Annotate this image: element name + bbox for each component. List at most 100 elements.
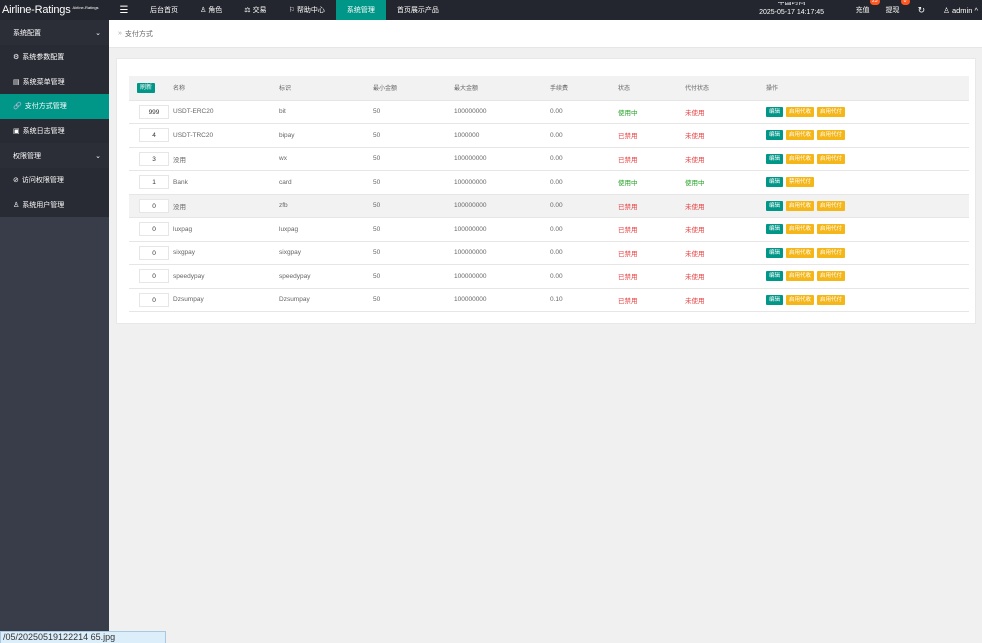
actions-header: 操作 <box>766 76 969 101</box>
sort-order-input[interactable]: 3 <box>139 151 169 166</box>
edit-button[interactable]: 编辑 <box>766 200 784 211</box>
status-cell: 使用中 <box>618 100 685 124</box>
list-icon: ▤ <box>13 78 20 86</box>
sort-cell: 0 <box>129 241 173 265</box>
sort-order-input[interactable]: 999 <box>139 104 169 119</box>
name-cell: 没用 <box>173 194 279 218</box>
toggle-payout-button[interactable]: 启用代付 <box>817 247 846 258</box>
status-cell: 使用中 <box>618 170 685 195</box>
edit-button[interactable]: 编辑 <box>766 271 784 282</box>
toggle-payout-button[interactable]: 启用代付 <box>817 153 846 164</box>
nav-item-label: 后台首页 <box>150 7 178 14</box>
toggle-payout-button[interactable]: 启用代付 <box>817 130 846 141</box>
nav-item-label: 帮助中心 <box>296 7 325 14</box>
code-cell: sixgpay <box>279 241 373 265</box>
nav-item-1[interactable]: ♙ 角色 <box>189 0 233 20</box>
toggle-collection-button[interactable]: 启用代收 <box>786 224 815 235</box>
toggle-payout-button[interactable]: 启用代付 <box>817 200 846 211</box>
payout-status-text: 未使用 <box>685 133 705 141</box>
code-cell: zfb <box>279 194 373 218</box>
file-tooltip: /05/20250519122214 65.jpg <box>0 631 166 643</box>
toggle-payout-button[interactable]: 启用代付 <box>817 294 846 305</box>
breadcrumb-current[interactable]: 支付方式 <box>125 29 153 39</box>
edit-button[interactable]: 编辑 <box>766 177 784 188</box>
nav-item-2[interactable]: ⚖ 交易 <box>233 0 277 20</box>
hamburger-icon[interactable]: ☰ <box>109 0 139 20</box>
sidebar-group-label: 权限管理 <box>13 152 41 160</box>
sort-order-input[interactable]: 4 <box>139 128 169 143</box>
admin-menu[interactable]: ♙ admin ^ <box>943 6 978 15</box>
min-amount-cell: 50 <box>373 123 454 148</box>
sort-order-input[interactable]: 0 <box>139 245 169 260</box>
logo[interactable]: Airline-Ratings Airline-Ratings <box>0 0 109 20</box>
sort-order-input[interactable]: 0 <box>139 269 169 284</box>
sidebar-item-1-0[interactable]: ⊘ 访问权限管理 <box>0 168 109 193</box>
sidebar-group-0[interactable]: 系统配置 ⌄ <box>0 20 109 45</box>
edit-button[interactable]: 编辑 <box>766 294 784 305</box>
payout-status-cell: 未使用 <box>685 194 766 218</box>
edit-button[interactable]: 编辑 <box>766 130 784 141</box>
sidebar-item-1-1[interactable]: ♙ 系统用户管理 <box>0 192 109 217</box>
toggle-collection-button[interactable]: 启用代收 <box>786 130 815 141</box>
link-icon: 🔗 <box>13 103 22 111</box>
sort-order-input[interactable]: 0 <box>139 292 169 307</box>
sort-order-input[interactable]: 1 <box>139 175 169 190</box>
toggle-payout-button[interactable]: 启用代付 <box>817 106 846 117</box>
toggle-collection-button[interactable]: 启用代收 <box>786 153 815 164</box>
edit-button[interactable]: 编辑 <box>766 106 784 117</box>
status-text: 已禁用 <box>618 227 638 235</box>
status-text: 已禁用 <box>618 297 638 305</box>
breadcrumb-arrow-icon: » <box>118 30 122 37</box>
nav-item-5[interactable]: 首页展示产品 <box>386 0 450 20</box>
sort-cell: 4 <box>129 123 173 148</box>
sidebar-item-0-1[interactable]: ▤ 系统菜单管理 <box>0 69 109 94</box>
nav-item-3[interactable]: ⚐ 帮助中心 <box>278 0 336 20</box>
edit-button[interactable]: 编辑 <box>766 224 784 235</box>
chevron-up-icon: ^ <box>974 5 978 15</box>
toggle-payout-button[interactable]: 启用代付 <box>817 271 846 282</box>
name-header: 名称 <box>173 76 279 101</box>
toggle-collection-button[interactable]: 启用代收 <box>786 247 815 258</box>
status-text: 已禁用 <box>618 156 638 164</box>
toggle-collection-button[interactable]: 启用代收 <box>786 200 815 211</box>
sort-order-input[interactable]: 0 <box>139 198 169 213</box>
logo-text: Airline-Ratings <box>2 4 71 16</box>
status-text: 使用中 <box>618 109 638 117</box>
edit-button[interactable]: 编辑 <box>766 247 784 258</box>
toggle-collection-button[interactable]: 启用代收 <box>786 106 815 117</box>
recharge-link[interactable]: 充值 23 <box>856 0 880 15</box>
max-amount-cell: 100000000 <box>454 241 550 265</box>
status-text: 使用中 <box>618 180 638 188</box>
toggle-collection-button[interactable]: 启用代收 <box>786 294 815 305</box>
table-row: 0 sixgpay sixgpay 50 100000000 0.00 已禁用 未使用 编辑 启用… <box>129 241 969 265</box>
sidebar-item-0-3[interactable]: ▣ 系统日志管理 <box>0 118 109 143</box>
payout-status-cell: 未使用 <box>685 100 766 124</box>
user-icon: ♙ <box>13 201 20 209</box>
table-row: 0 Dzsumpay Dzsumpay 50 100000000 0.10 已禁用 未使用 编辑… <box>129 288 969 312</box>
nav-item-label: 系统管理 <box>346 7 375 14</box>
refresh-button[interactable]: 刷新 <box>137 82 156 93</box>
sort-cell: 3 <box>129 147 173 171</box>
actions-cell: 编辑 启用代收 启用代付 <box>766 123 969 148</box>
name-cell: USDT-ERC20 <box>173 100 279 124</box>
refresh-icon[interactable]: ↻ <box>918 5 926 16</box>
top-nav: 后台首页 ♙ 角色 ⚖ 交易 ⚐ 帮助中心 系统管理 首页展示产品 <box>139 0 450 20</box>
nav-item-4[interactable]: 系统管理 <box>335 0 386 20</box>
toggle-collection-button[interactable]: 启用代收 <box>786 271 815 282</box>
sidebar-item-0-2[interactable]: 🔗 支付方式管理 <box>0 94 109 119</box>
sidebar-item-label: 系统参数配置 <box>22 54 65 62</box>
logo-subtext: Airline-Ratings <box>72 4 99 10</box>
sort-cell: 0 <box>129 264 173 289</box>
nav-item-0[interactable]: 后台首页 <box>139 0 189 20</box>
code-cell: wx <box>279 147 373 171</box>
toggle-collection-button[interactable]: 禁用代付 <box>786 177 815 188</box>
sort-header: 刷新 <box>129 76 173 101</box>
sidebar-group-1[interactable]: 权限管理 ⌄ <box>0 143 109 168</box>
code-header: 标识 <box>279 76 373 101</box>
sidebar-item-0-0[interactable]: ⚙ 系统参数配置 <box>0 45 109 70</box>
withdraw-link[interactable]: 提现 0 <box>886 0 910 15</box>
user-icon: ♙ <box>200 7 207 14</box>
edit-button[interactable]: 编辑 <box>766 153 784 164</box>
sort-order-input[interactable]: 0 <box>139 222 169 237</box>
toggle-payout-button[interactable]: 启用代付 <box>817 224 846 235</box>
